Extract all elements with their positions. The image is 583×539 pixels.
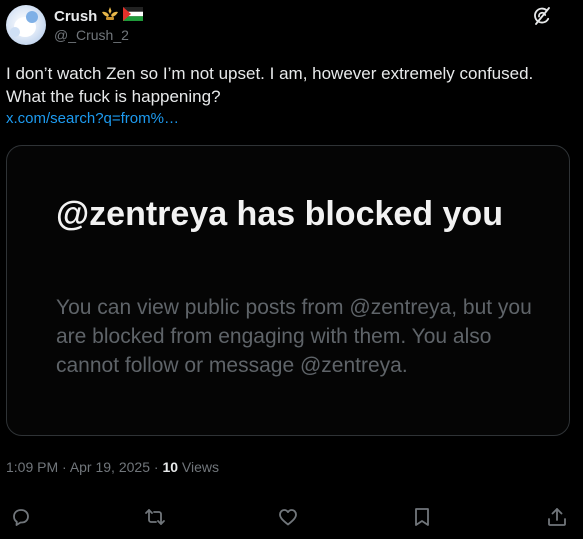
- card-body: You can view public posts from @zentreya…: [56, 296, 532, 377]
- views-label: Views: [178, 459, 219, 475]
- bookmark-icon[interactable]: [410, 505, 434, 529]
- like-icon[interactable]: [276, 505, 300, 529]
- user-handle[interactable]: @_Crush_2: [54, 27, 143, 43]
- meta-separator: ·: [58, 459, 70, 475]
- tweet-text: I don’t watch Zen so I’m not upset. I am…: [6, 64, 534, 106]
- tweet-time[interactable]: 1:09 PM: [6, 459, 58, 475]
- display-name[interactable]: Crush: [54, 8, 97, 25]
- media-card[interactable]: @zentreya has blocked you You can view p…: [6, 145, 570, 436]
- grok-icon[interactable]: [532, 6, 552, 26]
- tweet-link[interactable]: x.com/search?q=from%…: [6, 110, 179, 127]
- share-icon[interactable]: [545, 505, 569, 529]
- reply-icon[interactable]: [9, 505, 33, 529]
- flag-emoji-icon: [123, 6, 144, 26]
- card-title: @zentreya has blocked you: [56, 195, 503, 233]
- tweet-header: Crush @_Crush_2: [54, 6, 144, 43]
- repost-icon[interactable]: [143, 505, 167, 529]
- emblem-emoji-icon: [101, 6, 119, 27]
- avatar[interactable]: [6, 5, 46, 45]
- action-bar: [0, 505, 583, 529]
- tweet-date[interactable]: Apr 19, 2025: [70, 459, 150, 475]
- meta-separator: ·: [149, 459, 163, 475]
- tweet-meta: 1:09 PM · Apr 19, 2025 · 10 Views: [6, 459, 219, 475]
- name-row: Crush: [54, 6, 144, 27]
- views-count: 10: [162, 459, 179, 475]
